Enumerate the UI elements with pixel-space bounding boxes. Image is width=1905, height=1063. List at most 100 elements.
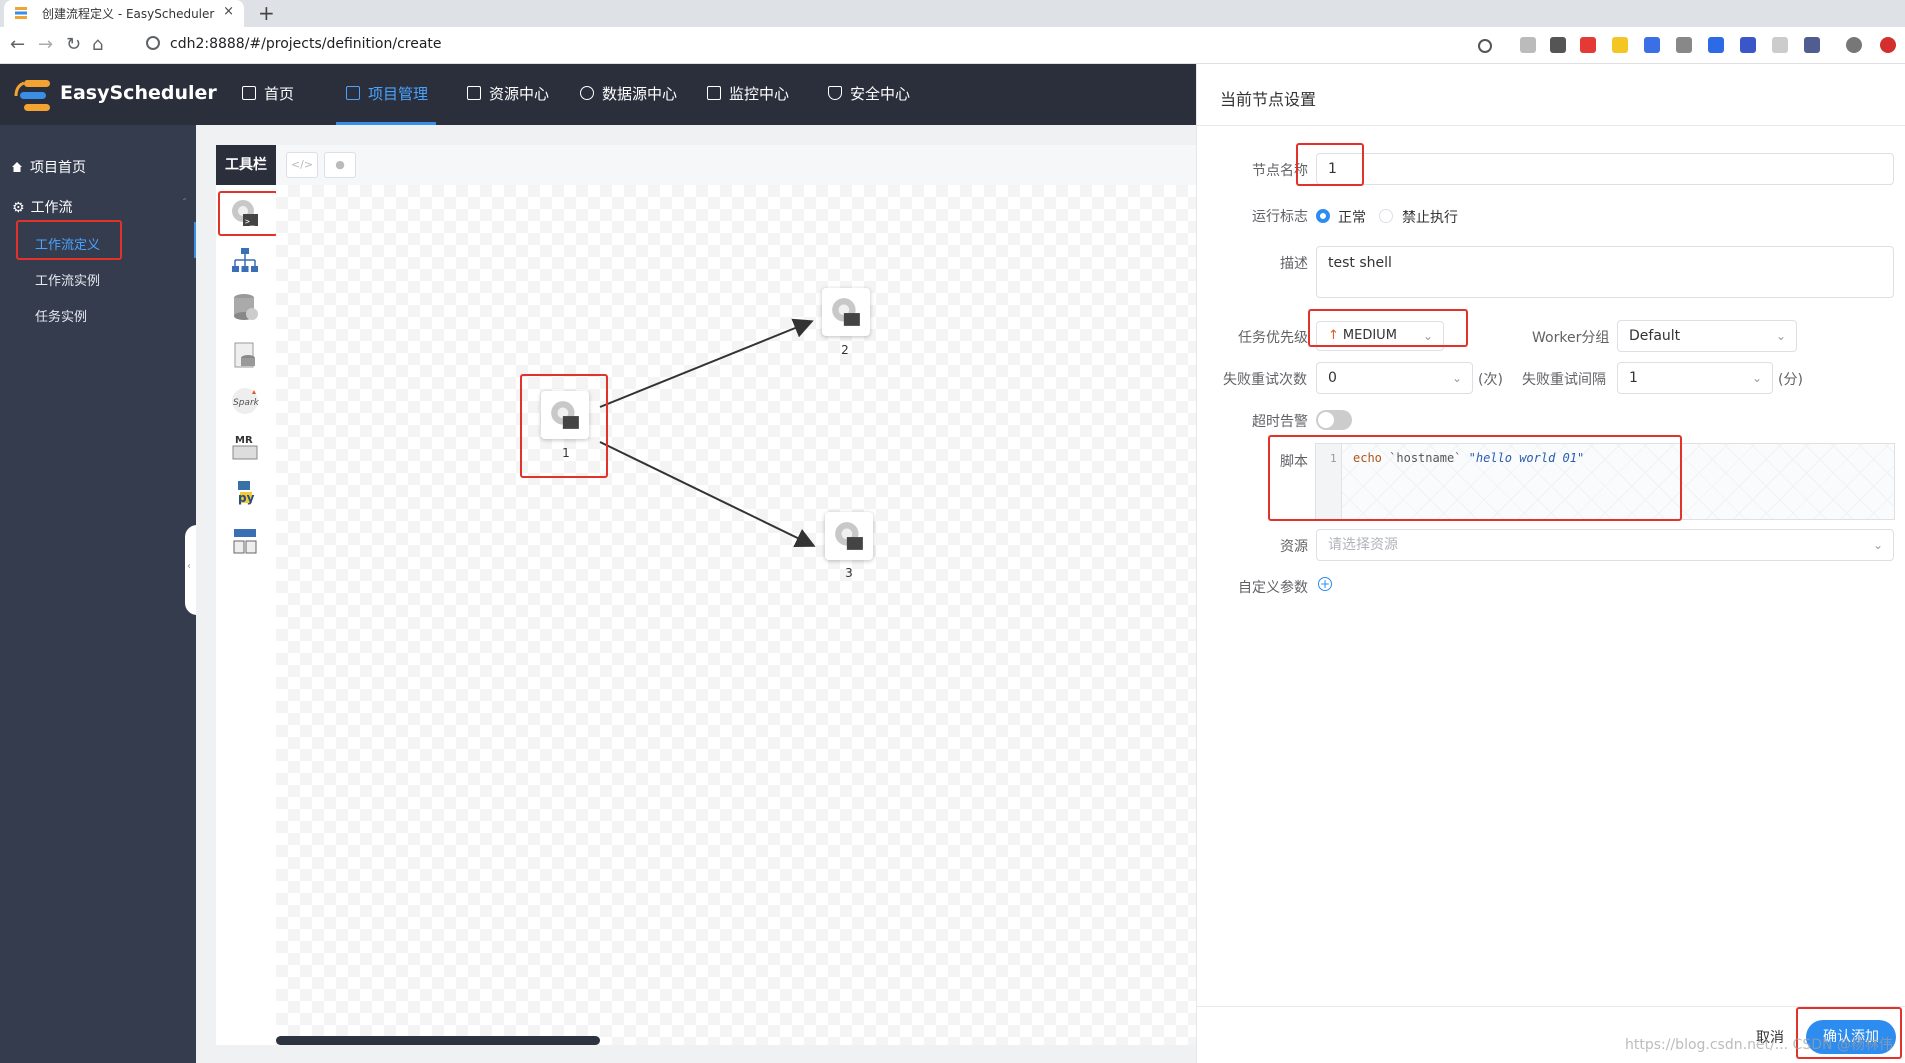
browser-tab[interactable]: 创建流程定义 - EasyScheduler × [4,0,244,27]
watermark: https://blog.csdn.net/... CSDN @杨林伟 [1625,1037,1893,1053]
radio-normal[interactable] [1316,209,1330,223]
back-icon[interactable]: ← [10,34,25,55]
sql-icon[interactable] [230,340,260,370]
description-textarea[interactable]: test shell [1316,246,1894,298]
nav-resources[interactable]: 资源中心 [467,64,549,125]
canvas-horizontal-scrollbar[interactable] [276,1036,600,1045]
app-favicon-icon [15,7,27,19]
dag-node-label: 1 [562,446,570,460]
shell-task-icon [832,298,860,326]
forward-icon[interactable]: → [38,34,53,55]
chevron-down-icon: ⌄ [1422,329,1433,343]
run-flag-label: 运行标志 [1252,209,1308,225]
radio-forbidden[interactable] [1379,209,1393,223]
url-text: cdh2:8888/#/projects/definition/create [170,36,442,52]
chevron-down-icon: ⌄ [1775,329,1786,343]
custom-params-label: 自定义参数 [1238,580,1308,596]
script-code: echo `hostname` "hello world 01" [1353,451,1584,465]
editor-line-number: 1 [1330,452,1337,465]
radio-forbidden-label: 禁止执行 [1402,210,1458,226]
avatar[interactable] [1846,37,1862,53]
home-icon [12,162,22,172]
nav-home[interactable]: 首页 [242,64,294,125]
tab-close-icon[interactable]: × [223,4,234,19]
extension-icon[interactable] [1708,37,1724,53]
sidebar-item-workflow-definition[interactable]: 工作流定义 [35,234,100,253]
retry-times-select[interactable]: 0 ⌄ [1316,362,1473,394]
retry-times-value: 0 [1328,370,1337,386]
dag-node-3[interactable] [825,512,873,560]
arrow-up-icon: ↑ [1328,328,1339,343]
drawer-title: 当前节点设置 [1220,90,1317,109]
extension-icon[interactable] [1676,37,1692,53]
shell-task-icon[interactable]: >_ [230,198,260,228]
timeout-alarm-toggle[interactable] [1316,410,1352,430]
priority-select[interactable]: ↑ MEDIUM ⌄ [1316,321,1444,351]
resource-label: 资源 [1280,539,1308,555]
database-icon [580,86,594,100]
update-icon[interactable] [1880,37,1896,53]
extension-icon[interactable] [1740,37,1756,53]
close-circle-button[interactable]: ● [324,152,356,178]
nav-projects[interactable]: 项目管理 [336,64,436,125]
site-info-icon[interactable] [146,36,160,50]
add-param-icon[interactable]: + [1318,577,1332,591]
browser-tab-strip [0,0,1905,27]
dag-node-label: 3 [845,566,853,580]
extension-icon[interactable] [1520,37,1536,53]
resource-select[interactable]: 请选择资源 ⌄ [1316,529,1894,561]
reload-icon[interactable]: ↻ [66,34,81,55]
extension-icon[interactable] [1804,37,1820,53]
node-name-label: 节点名称 [1252,163,1308,179]
description-label: 描述 [1280,256,1308,272]
sub-process-icon[interactable] [230,246,260,276]
node-name-input[interactable]: 1 [1316,153,1894,185]
worker-group-select[interactable]: Default ⌄ [1617,320,1797,352]
sidebar-item-label: 项目首页 [30,160,86,176]
shell-task-icon [551,401,579,429]
dag-node-2[interactable] [822,288,870,336]
tab-title: 创建流程定义 - EasyScheduler [42,7,215,21]
python-icon[interactable]: py [230,478,260,508]
mapreduce-icon[interactable]: MR [230,432,260,462]
sidebar-group-workflow[interactable]: ⚙ 工作流 [12,197,73,217]
nav-security[interactable]: 安全中心 [828,64,910,125]
chevron-down-icon: ⌄ [1872,538,1883,552]
nav-home-label: 首页 [264,85,295,103]
devtools-icon[interactable] [1550,37,1566,53]
dag-node-label: 2 [841,343,849,357]
nav-monitor[interactable]: 监控中心 [707,64,789,125]
extension-icon[interactable] [1772,37,1788,53]
address-bar: ← → ↻ ⌂ cdh2:8888/#/projects/definition/… [0,27,1905,64]
extension-icon[interactable] [1580,37,1596,53]
dependent-icon[interactable] [230,526,260,556]
sidebar [0,125,196,1063]
new-tab-button[interactable]: + [258,1,275,25]
procedure-icon[interactable] [230,292,260,322]
translate-icon[interactable] [1644,37,1660,53]
spark-icon[interactable]: Spark [230,386,260,416]
timeout-alarm-label: 超时告警 [1252,414,1308,430]
sidebar-item-workflow-instance[interactable]: 工作流实例 [35,270,100,289]
nav-datasource[interactable]: 数据源中心 [580,64,677,125]
divider [1196,1006,1905,1007]
home-icon [242,86,256,100]
key-icon[interactable] [1478,39,1492,53]
retry-times-label: 失败重试次数 [1223,372,1307,388]
divider [1196,125,1905,126]
chevron-up-icon[interactable]: ˆ [182,198,187,209]
retry-interval-unit: (分) [1778,372,1803,388]
sidebar-item-project-home[interactable]: 项目首页 [12,157,86,177]
home-icon[interactable]: ⌂ [92,34,103,55]
radio-normal-label: 正常 [1338,210,1366,226]
brand-name: EasyScheduler [60,82,217,104]
retry-interval-select[interactable]: 1 ⌄ [1617,362,1773,394]
code-view-button[interactable]: </> [286,152,318,178]
edge-1-2[interactable] [599,318,814,408]
star-icon[interactable] [1612,37,1628,53]
dag-node-1[interactable] [541,391,589,439]
edge-1-3[interactable] [599,441,816,548]
url-field[interactable]: cdh2:8888/#/projects/definition/create [140,31,1540,59]
svg-text:>_: >_ [245,217,255,226]
sidebar-item-task-instance[interactable]: 任务实例 [35,306,87,325]
